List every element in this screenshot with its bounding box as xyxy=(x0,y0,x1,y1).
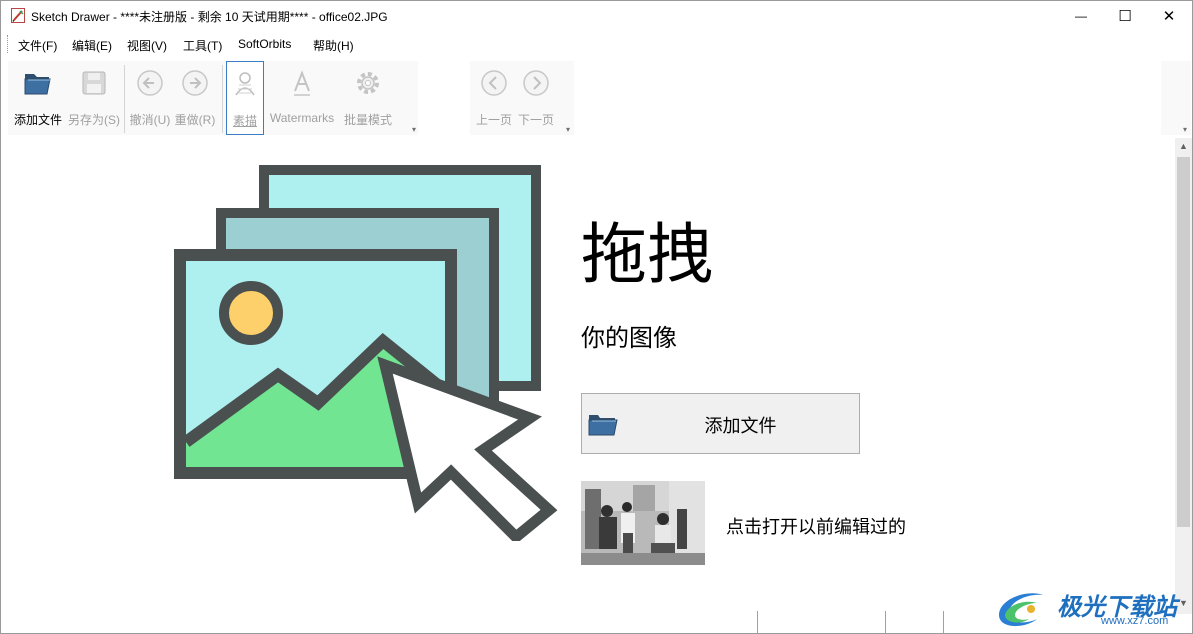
watermark-url: www.xz7.com xyxy=(1101,615,1169,627)
next-page-label: 下一页 xyxy=(517,113,554,127)
batch-mode-label: 批量模式 xyxy=(343,113,392,127)
menu-view[interactable]: 视图(V) xyxy=(127,37,167,54)
status-separator xyxy=(885,611,886,633)
undo-arrow-icon xyxy=(137,70,163,96)
swirl-logo-icon xyxy=(999,593,1043,627)
menu-grip[interactable] xyxy=(7,35,10,53)
text-a-icon xyxy=(294,70,310,96)
menu-tools[interactable]: 工具(T) xyxy=(183,37,222,54)
open-folder-icon xyxy=(24,74,51,95)
add-file-label: 添加文件 xyxy=(13,113,62,127)
batch-mode-button[interactable]: 批量模式 xyxy=(340,61,396,135)
add-file-large-button[interactable]: 添加文件 xyxy=(581,393,860,454)
toolbar-page-group: 上一页 下一页 ▾ xyxy=(470,61,574,135)
menu-softorbits[interactable]: SoftOrbits xyxy=(238,37,291,51)
scrollbar-thumb[interactable] xyxy=(1177,157,1190,527)
maximize-button[interactable]: ☐ xyxy=(1102,1,1148,31)
status-separator xyxy=(757,611,758,633)
minimize-button[interactable]: — xyxy=(1058,1,1104,31)
undo-button[interactable]: 撤消(U) xyxy=(128,61,172,135)
toolbar-right-group: ▾ xyxy=(1161,61,1191,135)
add-file-button[interactable]: 添加文件 xyxy=(10,61,66,135)
status-separator xyxy=(943,611,944,633)
sketch-button[interactable]: 素描 xyxy=(226,61,264,135)
redo-button[interactable]: 重做(R) xyxy=(172,61,218,135)
redo-arrow-icon xyxy=(182,70,208,96)
sketch-person-icon xyxy=(235,72,255,96)
toolbar-overflow-icon[interactable]: ▾ xyxy=(1183,125,1187,134)
arrow-left-icon xyxy=(481,70,507,96)
toolbar-overflow-icon[interactable]: ▾ xyxy=(566,125,570,134)
drop-area[interactable]: 拖拽 你的图像 添加文件 点击打开以前编辑过的 xyxy=(1,138,1175,614)
recent-files-label[interactable]: 点击打开以前编辑过的 xyxy=(726,513,906,539)
save-icon xyxy=(82,71,106,95)
prev-page-label: 上一页 xyxy=(475,113,512,127)
menu-bar: 文件(F) 编辑(E) 视图(V) 工具(T) SoftOrbits 帮助(H) xyxy=(1,32,1192,56)
save-as-label: 另存为(S) xyxy=(68,113,120,127)
save-as-button[interactable]: 另存为(S) xyxy=(66,61,122,135)
scroll-up-icon[interactable]: ▲ xyxy=(1175,138,1192,155)
menu-file[interactable]: 文件(F) xyxy=(18,37,57,54)
arrow-right-icon xyxy=(523,70,549,96)
window-title: Sketch Drawer - ****未注册版 - 剩余 10 天试用期***… xyxy=(31,10,388,24)
app-window: Sketch Drawer - ****未注册版 - 剩余 10 天试用期***… xyxy=(0,0,1193,634)
undo-label: 撤消(U) xyxy=(129,113,171,127)
recent-image-thumbnail[interactable] xyxy=(581,481,705,565)
toolbar: 添加文件 另存为(S) 撤消(U) 重做(R) 素描 Watermarks 批量… xyxy=(1,58,1192,138)
vertical-scrollbar[interactable]: ▲ ▼ xyxy=(1175,138,1192,614)
drag-subtitle: 你的图像 xyxy=(581,325,677,352)
site-watermark: 极光下载站 www.xz7.com xyxy=(991,585,1191,633)
sketch-drawer-app-icon xyxy=(11,8,25,23)
menu-edit[interactable]: 编辑(E) xyxy=(72,37,112,54)
sketch-label: 素描 xyxy=(232,114,257,128)
next-page-button[interactable]: 下一页 xyxy=(514,61,558,135)
toolbar-separator xyxy=(124,65,125,133)
watermarks-button[interactable]: Watermarks xyxy=(266,61,338,135)
toolbar-overflow-icon[interactable]: ▾ xyxy=(412,125,416,134)
menu-help[interactable]: 帮助(H) xyxy=(313,37,354,54)
redo-label: 重做(R) xyxy=(174,113,216,127)
drag-images-illustration-icon xyxy=(174,165,558,541)
watermarks-label: Watermarks xyxy=(269,111,335,125)
close-button[interactable]: ✕ xyxy=(1146,1,1192,31)
toolbar-main-group: 添加文件 另存为(S) 撤消(U) 重做(R) 素描 Watermarks 批量… xyxy=(8,61,418,135)
add-file-large-label: 添加文件 xyxy=(704,416,777,436)
title-bar: Sketch Drawer - ****未注册版 - 剩余 10 天试用期***… xyxy=(1,1,1192,31)
prev-page-button[interactable]: 上一页 xyxy=(472,61,516,135)
gear-icon xyxy=(357,72,379,94)
maximize-icon: ☐ xyxy=(1118,8,1132,25)
toolbar-separator xyxy=(222,65,223,133)
drag-title: 拖拽 xyxy=(581,217,713,291)
minimize-icon: — xyxy=(1075,9,1087,23)
close-icon: ✕ xyxy=(1162,8,1176,25)
